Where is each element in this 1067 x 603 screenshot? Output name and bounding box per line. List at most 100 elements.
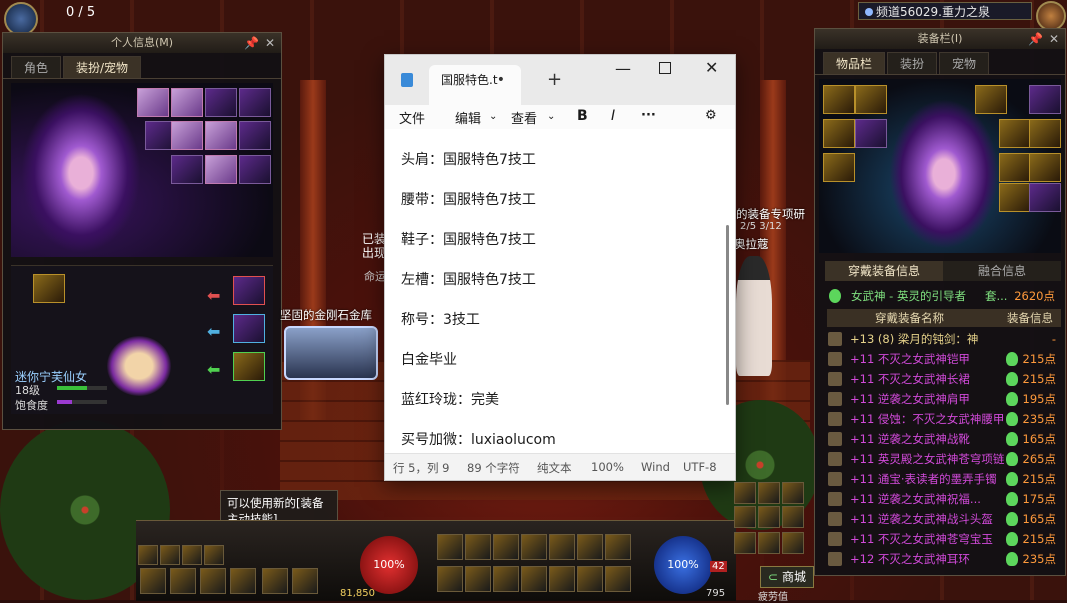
italic-icon[interactable]: I	[611, 108, 615, 124]
skill-slot[interactable]	[577, 566, 603, 592]
personal-info-titlebar[interactable]: 个人信息(M) 📌 ✕	[3, 33, 281, 53]
shop-button[interactable]: ⊂ 商城	[760, 566, 814, 588]
equip-slot[interactable]	[855, 119, 887, 148]
avatar-slot[interactable]	[171, 155, 203, 184]
tab-fusion-info[interactable]: 融合信息	[943, 261, 1061, 281]
item-slot[interactable]	[292, 568, 318, 594]
npc-name[interactable]: 奥拉蔻	[734, 236, 769, 252]
item-slot[interactable]	[140, 568, 166, 594]
item-slot[interactable]	[262, 568, 288, 594]
maximize-button[interactable]	[659, 62, 671, 74]
menu-icon[interactable]	[782, 482, 804, 504]
equip-slot[interactable]	[823, 119, 855, 148]
item-slot[interactable]	[230, 568, 256, 594]
equipment-row[interactable]: +11 逆袭之女武神肩甲 195点	[826, 390, 1060, 409]
tab-avatar-pet[interactable]: 装扮/宠物	[63, 56, 142, 78]
bold-icon[interactable]: B	[577, 108, 588, 124]
equipment-row[interactable]: +12 不灭之女武神耳环 235点	[826, 550, 1060, 569]
tab-worn-equipment[interactable]: 穿戴装备信息	[825, 261, 943, 281]
avatar-slot[interactable]	[171, 121, 203, 150]
pet-equip-slot[interactable]	[233, 314, 265, 343]
tab-pet[interactable]: 宠物	[939, 52, 990, 74]
equipment-row[interactable]: +11 不灭之女武神苍穹宝玉 215点	[826, 530, 1060, 549]
skill-slot[interactable]	[549, 534, 575, 560]
more-icon[interactable]: ···	[641, 108, 656, 123]
equip-slot[interactable]	[823, 85, 855, 114]
equip-slot[interactable]	[1029, 119, 1061, 148]
item-slot[interactable]	[170, 568, 196, 594]
menu-icon[interactable]	[758, 506, 780, 528]
equip-slot[interactable]	[999, 119, 1031, 148]
equipment-row[interactable]: +11 通宝·表读者的墨弄手镯 215点	[826, 470, 1060, 489]
equipment-row[interactable]: +11 英灵殿之女武神苍穹项链 265点	[826, 450, 1060, 469]
pet-equip-slot[interactable]	[233, 352, 265, 381]
skill-slot[interactable]	[437, 534, 463, 560]
avatar-slot[interactable]	[239, 155, 271, 184]
skill-slot[interactable]	[521, 566, 547, 592]
close-icon[interactable]: ✕	[265, 33, 275, 53]
avatar-slot[interactable]	[205, 155, 237, 184]
close-button[interactable]: ✕	[705, 58, 718, 77]
skill-slot[interactable]	[437, 566, 463, 592]
menu-icon[interactable]	[734, 506, 756, 528]
menu-icon[interactable]	[758, 532, 780, 554]
pet-slot[interactable]	[33, 274, 65, 303]
equipment-row[interactable]: +11 逆袭之女武神祝福... 175点	[826, 490, 1060, 509]
equipment-row[interactable]: +11 不灭之女武神铠甲 215点	[826, 350, 1060, 369]
notepad-tab[interactable]: 国服特色.t •	[429, 65, 521, 105]
chevron-down-icon[interactable]: ⌄	[547, 111, 555, 122]
equip-slot[interactable]	[823, 153, 855, 182]
close-icon[interactable]: ✕	[1049, 29, 1059, 49]
menu-icon[interactable]	[782, 506, 804, 528]
item-slot[interactable]	[200, 568, 226, 594]
skill-slot[interactable]	[605, 534, 631, 560]
equipment-row[interactable]: +11 侵蚀：不灭之女武神腰甲 235点	[826, 410, 1060, 429]
tab-inventory[interactable]: 物品栏	[823, 52, 886, 74]
equipment-row[interactable]: +13 (8) 梁月的钝剑：神 -	[826, 330, 1060, 349]
menu-icon[interactable]	[734, 532, 756, 554]
menu-view[interactable]: 查看	[511, 108, 537, 127]
skill-slot[interactable]	[465, 534, 491, 560]
skill-slot[interactable]	[521, 534, 547, 560]
skill-slot[interactable]	[549, 566, 575, 592]
skill-slot[interactable]	[605, 566, 631, 592]
menu-edit[interactable]: 编辑	[455, 108, 481, 127]
menu-file[interactable]: 文件	[399, 108, 425, 127]
channel-bar[interactable]: 频道56029.重力之泉	[858, 2, 1032, 20]
equipment-row[interactable]: +11 不灭之女武神长裙 215点	[826, 370, 1060, 389]
equipment-row[interactable]: +11 逆袭之女武神战斗头盔 165点	[826, 510, 1060, 529]
equip-slot[interactable]	[855, 85, 887, 114]
pet-equip-slot[interactable]	[233, 276, 265, 305]
skill-slot[interactable]	[493, 566, 519, 592]
equipment-row[interactable]: +11 逆袭之女武神战靴 165点	[826, 430, 1060, 449]
vertical-scrollbar[interactable]	[726, 225, 729, 405]
equip-slot[interactable]	[999, 183, 1031, 212]
set-row[interactable]: 女武神 - 英灵的引导者 套... 2620点	[827, 287, 1061, 305]
equip-slot[interactable]	[1029, 85, 1061, 114]
equip-slot[interactable]	[999, 153, 1031, 182]
notepad-text-area[interactable]: 头肩：国服特色7技工 腰带：国服特色7技工 鞋子：国服特色7技工 左槽：国服特色…	[385, 129, 735, 455]
avatar-slot[interactable]	[137, 88, 169, 117]
pin-icon[interactable]: 📌	[244, 33, 259, 53]
new-tab-button[interactable]: +	[547, 69, 562, 90]
zoom-level[interactable]: 100%	[591, 460, 624, 474]
equip-slot[interactable]	[1029, 183, 1061, 212]
avatar-slot[interactable]	[205, 121, 237, 150]
avatar-slot[interactable]	[239, 88, 271, 117]
tab-character[interactable]: 角色	[11, 56, 62, 78]
menu-icon[interactable]	[782, 532, 804, 554]
skill-slot[interactable]	[493, 534, 519, 560]
round-avatar-icon[interactable]	[4, 2, 38, 36]
npc-sprite[interactable]	[736, 256, 772, 376]
line-ending[interactable]: Wind	[641, 460, 670, 474]
unsaved-dot-icon[interactable]: •	[497, 65, 505, 95]
avatar-slot[interactable]	[205, 88, 237, 117]
equipment-titlebar[interactable]: 装备栏(I) 📌 ✕	[815, 29, 1065, 49]
skill-slot[interactable]	[577, 534, 603, 560]
tab-avatar[interactable]: 装扮	[887, 52, 938, 74]
skill-slot[interactable]	[465, 566, 491, 592]
settings-gear-icon[interactable]	[1036, 1, 1066, 31]
menu-icon[interactable]	[734, 482, 756, 504]
menu-icon[interactable]	[758, 482, 780, 504]
equip-slot[interactable]	[1029, 153, 1061, 182]
